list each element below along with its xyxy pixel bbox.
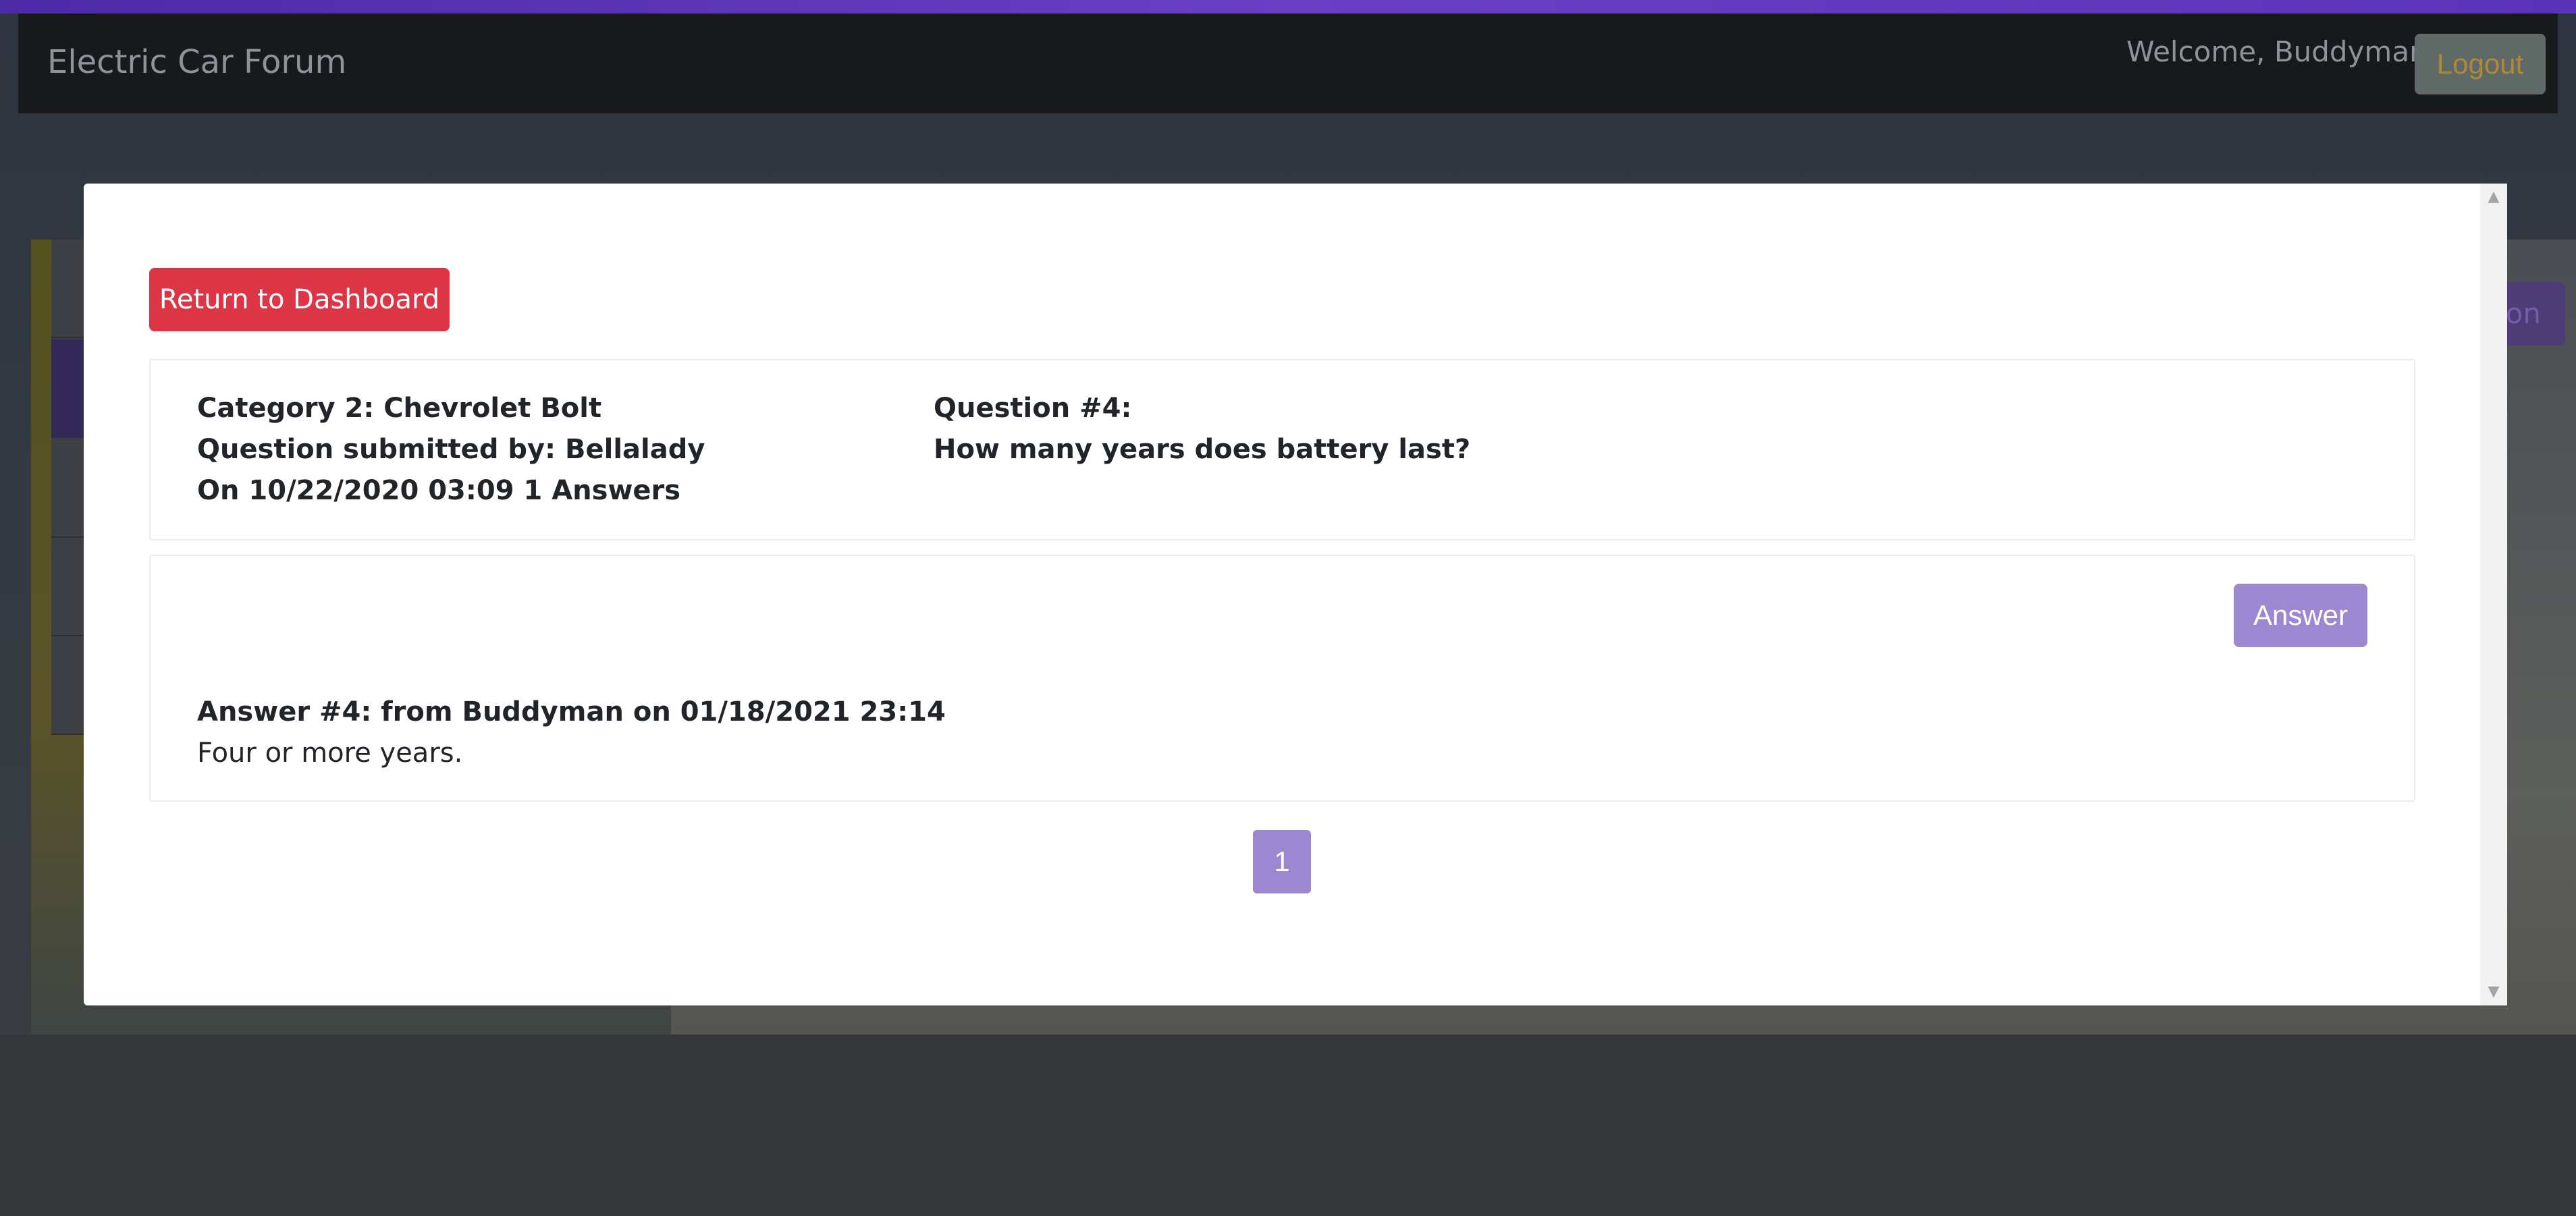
question-number: Question #4: [934,393,1132,424]
question-meta: On 10/22/2020 03:09 1 Answers [197,475,681,506]
scroll-down-arrow-icon[interactable]: ▼ [2480,978,2507,1005]
answer-card [149,555,2415,802]
background-footer-area [0,1034,2576,1216]
top-accent-strip [0,0,2576,13]
modal-scrollbar[interactable]: ▲ ▼ [2480,184,2507,1005]
logout-button[interactable]: Logout [2415,34,2546,94]
welcome-text: Welcome, Buddyman [2126,35,2427,68]
pagination-page-button[interactable]: 1 [1253,830,1311,893]
return-to-dashboard-button[interactable]: Return to Dashboard [149,268,450,331]
brand-title[interactable]: Electric Car Forum [47,43,346,81]
question-text: How many years does battery last? [934,434,1471,465]
question-category: Category 2: Chevrolet Bolt [197,393,602,424]
question-modal: ▲ ▼ Return to Dashboard Category 2: Chev… [84,184,2507,1005]
scroll-up-arrow-icon[interactable]: ▲ [2480,184,2507,211]
question-submitted-by: Question submitted by: Bellalady [197,434,705,465]
answer-header: Answer #4: from Buddyman on 01/18/2021 2… [197,696,946,727]
answer-body: Four or more years. [197,738,463,769]
answer-button[interactable]: Answer [2234,584,2367,647]
